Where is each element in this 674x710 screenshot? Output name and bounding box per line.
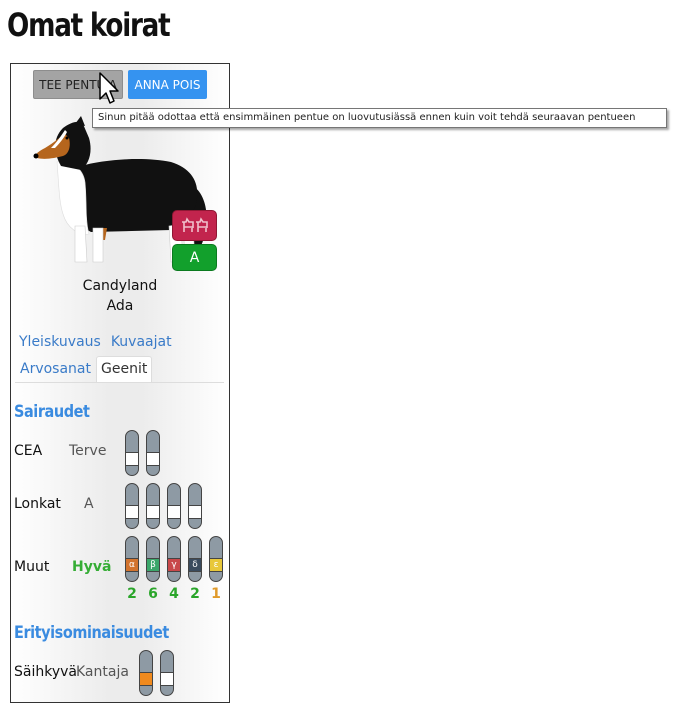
gene-count: 2 [127, 586, 137, 602]
hips-gene-allele [125, 483, 139, 529]
cea-label: CEA [14, 443, 43, 459]
tab-grades[interactable]: Arvosanat [15, 356, 96, 382]
tab-row-2: Arvosanat Geenit [15, 356, 153, 382]
special-traits-heading: Erityisominaisuudet [14, 623, 169, 643]
gene-symbol: δ [189, 558, 201, 572]
give-away-button[interactable]: ANNA POIS [128, 70, 207, 99]
cea-gene-allele [146, 430, 160, 476]
tab-row-1: Yleiskuvaus Kuvaajat [15, 330, 176, 354]
other-gene-allele: α [125, 536, 139, 582]
gene-count: 4 [169, 586, 179, 602]
cea-gene-allele [125, 430, 139, 476]
dog-name[interactable]: Candyland Ada [11, 276, 229, 316]
hips-label: Lonkat [14, 496, 61, 512]
grade-badge: A [172, 244, 217, 271]
merle-gene-allele [139, 650, 153, 696]
gene-symbol: β [147, 558, 159, 572]
hips-gene-allele [167, 483, 181, 529]
merle-value: Kantaja [76, 664, 129, 680]
diseases-heading: Sairaudet [14, 402, 90, 422]
tab-genes[interactable]: Geenit [96, 356, 153, 382]
hips-gene-allele [146, 483, 160, 529]
mouse-cursor-icon [99, 72, 119, 104]
other-value: Hyvä [72, 559, 112, 575]
page-title: Omat koirat [7, 6, 171, 44]
breeding-tooltip: Sinun pitää odottaa että ensimmäinen pen… [92, 108, 667, 128]
dog-kennel-name: Candyland [82, 278, 158, 294]
dog-pair-icon [181, 216, 208, 232]
tabs-divider [15, 382, 224, 383]
tab-overview[interactable]: Yleiskuvaus [15, 330, 105, 354]
gene-count: 1 [211, 586, 221, 602]
merle-gene-allele [160, 650, 174, 696]
other-label: Muut [14, 559, 50, 575]
other-gene-allele: β [146, 536, 160, 582]
gene-symbol: α [126, 558, 138, 572]
tab-charts[interactable]: Kuvaajat [107, 330, 176, 354]
gene-count: 6 [148, 586, 158, 602]
other-gene-allele: δ [188, 536, 202, 582]
gene-symbol: γ [168, 558, 180, 572]
dog-call-name: Ada [106, 298, 134, 314]
hips-gene-allele [188, 483, 202, 529]
gene-count: 2 [190, 586, 200, 602]
merle-label: Säihkyvä [14, 664, 77, 680]
breeding-status-badge [172, 210, 217, 241]
hips-value: A [84, 496, 94, 512]
gene-symbol: ε [210, 558, 222, 572]
dog-card: TEE PENTUJA ANNA POIS A Candyland Ada Yl… [10, 63, 230, 703]
other-gene-allele: γ [167, 536, 181, 582]
cea-value: Terve [69, 443, 107, 459]
other-gene-allele: ε [209, 536, 223, 582]
